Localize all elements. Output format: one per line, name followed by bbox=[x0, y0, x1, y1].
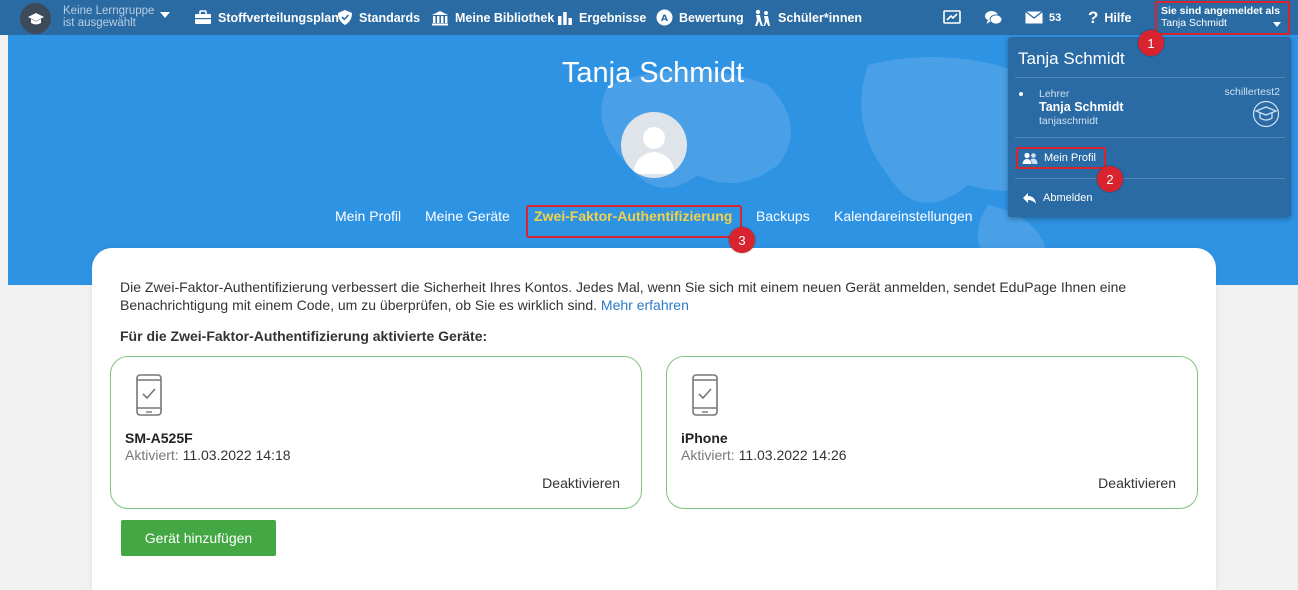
account-role: Lehrer bbox=[1039, 88, 1070, 100]
step-marker-2: 2 bbox=[1097, 166, 1123, 192]
nav-label: Ergebnisse bbox=[579, 10, 647, 25]
learning-group-line-1: Keine Lerngruppe bbox=[63, 5, 155, 17]
school-cap-icon bbox=[1252, 100, 1280, 128]
two-factor-card: Die Zwei-Faktor-Authentifizierung verbes… bbox=[92, 248, 1216, 590]
user-dropdown-menu: Tanja Schmidt Lehrer Tanja Schmidt tanja… bbox=[1008, 37, 1291, 217]
logout-arrow-icon bbox=[1023, 192, 1036, 204]
devices-heading: Für die Zwei-Faktor-Authentifizierung ak… bbox=[120, 328, 488, 344]
grade-icon: A bbox=[656, 9, 673, 26]
briefcase-icon bbox=[195, 10, 211, 24]
device-card: iPhone Aktiviert: 11.03.2022 14:26 Deakt… bbox=[666, 356, 1198, 509]
nav-label: Stoffverteilungsplan bbox=[218, 10, 339, 25]
question-mark-icon: ? bbox=[1088, 7, 1099, 27]
graduation-cap-icon[interactable] bbox=[20, 3, 51, 34]
caret-down-icon[interactable] bbox=[160, 12, 170, 18]
nav-label: Meine Bibliothek bbox=[455, 10, 555, 25]
bar-chart-icon bbox=[558, 12, 572, 25]
logout-menu-item[interactable]: Abmelden bbox=[1016, 187, 1093, 209]
top-navigation-bar: Keine Lerngruppe ist ausgewählt Stoffver… bbox=[0, 0, 1298, 35]
help-button[interactable]: ? Hilfe bbox=[1088, 0, 1131, 35]
smartphone-check-icon bbox=[136, 374, 162, 416]
logged-in-user-menu[interactable]: Sie sind angemeldet als Tanja Schmidt bbox=[1155, 1, 1290, 35]
nav-item-ergebnisse[interactable]: Ergebnisse bbox=[557, 0, 646, 35]
divider bbox=[1015, 178, 1285, 179]
device-activation: Aktiviert: 11.03.2022 14:26 bbox=[681, 447, 847, 463]
nav-label: Schüler*innen bbox=[778, 10, 863, 25]
nav-item-schueler[interactable]: Schüler*innen bbox=[752, 0, 862, 35]
activated-label: Aktiviert: bbox=[681, 447, 735, 463]
device-name: SM-A525F bbox=[125, 430, 193, 446]
tab-meine-geraete[interactable]: Meine Geräte bbox=[425, 208, 510, 224]
deactivate-button[interactable]: Deaktivieren bbox=[1098, 475, 1176, 491]
envelope-icon bbox=[1025, 11, 1043, 24]
account-bullet bbox=[1019, 92, 1023, 96]
more-info-link[interactable]: Mehr erfahren bbox=[601, 297, 689, 313]
chat-button[interactable] bbox=[984, 0, 1003, 35]
svg-text:A: A bbox=[661, 14, 668, 24]
account-login: tanjaschmidt bbox=[1039, 115, 1098, 127]
add-device-button[interactable]: Gerät hinzufügen bbox=[121, 520, 276, 556]
my-profile-label: Mein Profil bbox=[1044, 152, 1096, 164]
activated-date: 11.03.2022 14:26 bbox=[738, 447, 847, 463]
nav-label: Standards bbox=[359, 10, 421, 25]
nav-item-standards[interactable]: Standards bbox=[337, 0, 420, 35]
smartphone-check-icon bbox=[692, 374, 718, 416]
divider bbox=[1015, 77, 1285, 78]
nav-item-bewertung[interactable]: A Bewertung bbox=[656, 0, 744, 35]
highlight-box-active-tab bbox=[526, 205, 742, 238]
activated-date: 11.03.2022 14:18 bbox=[182, 447, 291, 463]
divider bbox=[1015, 137, 1285, 138]
library-icon bbox=[432, 10, 448, 25]
nav-item-stoffverteilungsplan[interactable]: Stoffverteilungsplan bbox=[194, 0, 339, 35]
logged-in-name: Tanja Schmidt bbox=[1161, 17, 1227, 29]
cast-icon bbox=[943, 10, 961, 24]
device-activation: Aktiviert: 11.03.2022 14:18 bbox=[125, 447, 291, 463]
account-school: schillertest2 bbox=[1224, 86, 1280, 98]
shield-icon bbox=[338, 10, 352, 25]
activated-label: Aktiviert: bbox=[125, 447, 179, 463]
logged-in-title: Sie sind angemeldet als bbox=[1161, 5, 1281, 17]
device-name: iPhone bbox=[681, 430, 728, 446]
nav-item-meine-bibliothek[interactable]: Meine Bibliothek bbox=[431, 0, 554, 35]
step-marker-1: 1 bbox=[1138, 30, 1164, 56]
logout-label: Abmelden bbox=[1043, 192, 1093, 204]
messages-button[interactable]: 53 bbox=[1025, 0, 1061, 35]
account-user-name[interactable]: Tanja Schmidt bbox=[1039, 100, 1124, 114]
message-count-badge: 53 bbox=[1049, 11, 1062, 24]
tab-backups[interactable]: Backups bbox=[756, 208, 810, 224]
cast-button[interactable] bbox=[943, 0, 961, 35]
tab-mein-profil[interactable]: Mein Profil bbox=[335, 208, 401, 224]
nav-label: Bewertung bbox=[679, 10, 744, 25]
students-icon bbox=[755, 9, 770, 26]
device-card: SM-A525F Aktiviert: 11.03.2022 14:18 Dea… bbox=[110, 356, 642, 509]
deactivate-button[interactable]: Deaktivieren bbox=[542, 475, 620, 491]
step-marker-3: 3 bbox=[729, 227, 755, 253]
chat-icon bbox=[985, 10, 1003, 25]
user-silhouette-icon bbox=[633, 127, 675, 174]
users-icon bbox=[1022, 152, 1038, 164]
avatar bbox=[621, 112, 687, 178]
tab-kalendareinstellungen[interactable]: Kalendareinstellungen bbox=[834, 208, 973, 224]
my-profile-menu-item[interactable]: Mein Profil bbox=[1016, 147, 1106, 169]
dropdown-user-name: Tanja Schmidt bbox=[1018, 49, 1125, 68]
intro-text: Die Zwei-Faktor-Authentifizierung verbes… bbox=[120, 278, 1180, 314]
help-label: Hilfe bbox=[1104, 10, 1132, 25]
learning-group-selector[interactable]: Keine Lerngruppe ist ausgewählt bbox=[63, 5, 154, 29]
learning-group-line-2: ist ausgewählt bbox=[63, 17, 136, 29]
caret-down-icon bbox=[1273, 22, 1281, 27]
